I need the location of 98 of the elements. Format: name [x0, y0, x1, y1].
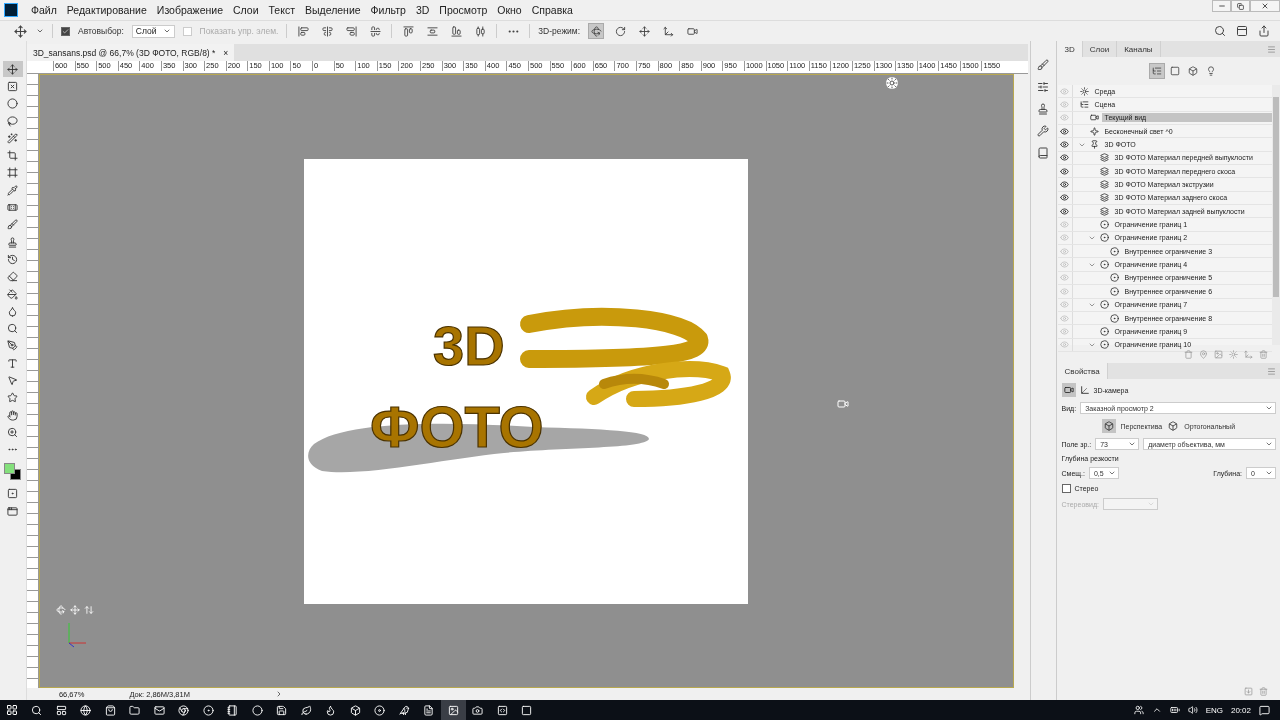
- constraint-icon: [1099, 340, 1109, 350]
- taskbar-app-icon[interactable]: [441, 700, 466, 720]
- constraint-icon: [1109, 313, 1119, 323]
- color-swatch[interactable]: [9, 468, 21, 480]
- menu-item[interactable]: Просмотр: [434, 4, 493, 16]
- restore-icon: [1237, 2, 1244, 10]
- share-icon[interactable]: [1256, 23, 1272, 39]
- menu-item[interactable]: Фильтр: [365, 4, 411, 16]
- scene-icon: [1079, 100, 1089, 109]
- menu-item[interactable]: Файл: [26, 4, 62, 16]
- camera-icon[interactable]: [1061, 383, 1076, 397]
- menu-item[interactable]: Редактирование: [61, 4, 152, 16]
- panel-icon[interactable]: [1035, 57, 1052, 73]
- filter-icon[interactable]: [1148, 63, 1165, 79]
- align-icon[interactable]: [295, 23, 312, 39]
- material-icon: [1099, 193, 1109, 203]
- eye-icon[interactable]: [1057, 180, 1072, 190]
- material-icon: [1099, 166, 1109, 176]
- panel-tab[interactable]: Каналы: [1117, 41, 1161, 57]
- mesh-icon: [1089, 140, 1099, 150]
- eye-icon[interactable]: [1057, 166, 1072, 176]
- menu-item[interactable]: Справка: [526, 4, 578, 16]
- menu-item[interactable]: Окно: [492, 4, 527, 16]
- align-icon[interactable]: [400, 23, 417, 39]
- environment-icon: [1079, 86, 1089, 96]
- notification-icon[interactable]: [1259, 704, 1270, 716]
- artwork-text: 3D: [433, 313, 506, 377]
- chevron-down-icon: [1107, 469, 1116, 477]
- chevron-down-icon: [1265, 440, 1273, 448]
- constraint-icon: [1099, 326, 1109, 336]
- menu-item[interactable]: Изображение: [151, 4, 228, 16]
- checkbox[interactable]: [1061, 484, 1071, 493]
- camera-icon: [1089, 113, 1099, 123]
- cube-icon: [1102, 419, 1117, 433]
- align-icon[interactable]: [367, 23, 384, 39]
- battery-icon[interactable]: [1169, 705, 1180, 715]
- panel-icon[interactable]: [1035, 123, 1052, 139]
- mode-label: 3D-режим:: [538, 26, 581, 36]
- chevron-up-icon[interactable]: [1151, 705, 1162, 715]
- clock[interactable]: 20:02: [1230, 705, 1251, 715]
- color-swatch[interactable]: [3, 462, 15, 474]
- constraint-icon: [1099, 260, 1109, 270]
- restore-button[interactable]: [1231, 0, 1250, 12]
- orbit-icon[interactable]: [588, 23, 605, 39]
- workspace-icon[interactable]: [1234, 23, 1250, 39]
- close-icon: [1261, 2, 1269, 10]
- close-tab-button[interactable]: ×: [223, 47, 229, 58]
- constraint-icon: [1099, 233, 1109, 243]
- eye-icon[interactable]: [1057, 126, 1072, 136]
- checkbox[interactable]: [61, 26, 70, 36]
- chevron-down-icon: [1265, 404, 1273, 412]
- material-icon: [1099, 180, 1109, 190]
- constraint-icon: [1099, 220, 1109, 230]
- align-icon[interactable]: [448, 23, 465, 39]
- constraint-icon: [1099, 300, 1109, 310]
- menu-item[interactable]: Текст: [263, 4, 300, 16]
- align-icon[interactable]: [343, 23, 360, 39]
- axis-widget-drawing: [65, 623, 88, 648]
- chevron-down-icon: [1265, 469, 1273, 477]
- panel-tab[interactable]: Слои: [1082, 41, 1118, 57]
- chevron-down-icon: [36, 27, 44, 35]
- people-icon[interactable]: [1133, 705, 1144, 715]
- search-icon[interactable]: [1212, 23, 1228, 39]
- app-logo: [4, 3, 18, 17]
- panel-tab[interactable]: Свойства: [1057, 363, 1108, 379]
- constraint-icon: [1109, 286, 1119, 296]
- minimize-icon: [1217, 2, 1226, 10]
- volume-icon[interactable]: [1187, 705, 1198, 715]
- material-icon: [1099, 206, 1109, 216]
- chevron-down-icon: [162, 27, 171, 35]
- move-icon[interactable]: [12, 23, 28, 39]
- eye-icon[interactable]: [1057, 206, 1072, 216]
- eye-icon[interactable]: [1057, 193, 1072, 203]
- chevron-down-icon: [1128, 440, 1137, 448]
- material-icon: [1099, 153, 1109, 163]
- constraint-icon: [1109, 246, 1119, 256]
- check-icon: [62, 27, 69, 35]
- pan-icon[interactable]: [636, 23, 653, 39]
- menu-item[interactable]: Выделение: [299, 4, 366, 16]
- menu-item[interactable]: 3D: [410, 4, 435, 16]
- eye-icon[interactable]: [1057, 153, 1072, 163]
- artwork-text: ФОТО: [370, 393, 545, 459]
- align-icon[interactable]: [319, 23, 336, 39]
- document-tab[interactable]: 3D_sansans.psd @ 66,7% (3D ФОТО, RGB/8) * ×: [26, 44, 235, 61]
- menu-item[interactable]: Слои: [228, 4, 264, 16]
- checkbox-label: Автовыбор:: [78, 26, 124, 36]
- axes-icon: [1079, 385, 1090, 395]
- panel-tab[interactable]: 3D: [1057, 41, 1083, 57]
- language-indicator[interactable]: ENG: [1205, 705, 1223, 715]
- light-icon: [1089, 126, 1099, 136]
- orbit-icon[interactable]: [55, 605, 66, 615]
- eye-icon[interactable]: [1057, 140, 1072, 150]
- checkbox-label: Показать упр. элем.: [199, 26, 279, 36]
- layer-select[interactable]: Слой: [131, 24, 175, 38]
- light-icon[interactable]: [885, 77, 898, 89]
- tool-icon[interactable]: [2, 61, 23, 78]
- close-button[interactable]: [1250, 0, 1280, 12]
- constraint-icon: [1109, 273, 1119, 283]
